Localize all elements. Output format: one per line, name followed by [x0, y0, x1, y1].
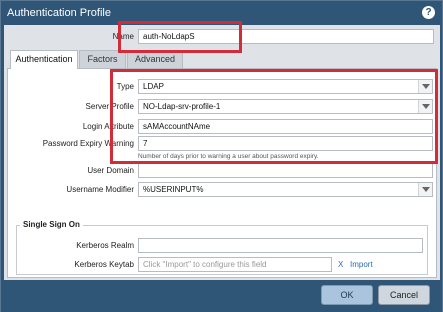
clear-keytab-icon[interactable]: X — [338, 260, 343, 269]
username-modifier-select[interactable]: %USERINPUT% — [138, 182, 433, 197]
dialog-title: Authentication Profile — [7, 7, 111, 19]
chevron-down-icon[interactable] — [418, 183, 432, 196]
cancel-button[interactable]: Cancel — [378, 285, 430, 305]
ok-button[interactable]: OK — [321, 285, 373, 305]
authentication-panel: Type LDAP Server Profile NO-Ldap-srv-pro… — [7, 68, 437, 278]
password-expiry-input[interactable]: 7 — [138, 136, 433, 151]
password-expiry-hint: Number of days prior to warning a user a… — [138, 153, 319, 160]
chevron-down-icon[interactable] — [418, 80, 432, 93]
user-domain-input[interactable] — [138, 163, 433, 178]
name-input[interactable]: auth-NoLdapS — [138, 29, 434, 44]
tab-advanced[interactable]: Advanced — [127, 50, 183, 68]
tab-authentication[interactable]: Authentication — [10, 50, 78, 69]
single-sign-on-title: Single Sign On — [20, 220, 83, 229]
name-label: Name — [112, 32, 134, 41]
type-value: LDAP — [143, 82, 164, 91]
dialog-body: Name auth-NoLdapS Authentication Factors… — [4, 25, 440, 280]
type-select[interactable]: LDAP — [138, 79, 433, 94]
type-label: Type — [116, 82, 134, 91]
server-profile-value: NO-Ldap-srv-profile-1 — [143, 102, 221, 111]
help-icon[interactable]: ? — [422, 6, 435, 19]
chevron-down-icon[interactable] — [418, 100, 432, 113]
username-modifier-value: %USERINPUT% — [143, 185, 204, 194]
kerberos-keytab-label: Kerberos Keytab — [74, 260, 134, 269]
password-expiry-label: Password Expiry Warning — [42, 139, 134, 148]
server-profile-label: Server Profile — [85, 102, 134, 111]
user-domain-label: User Domain — [87, 166, 134, 175]
server-profile-select[interactable]: NO-Ldap-srv-profile-1 — [138, 99, 433, 114]
tab-factors[interactable]: Factors — [79, 50, 126, 68]
login-attribute-label: Login Attribute — [82, 122, 134, 131]
authentication-profile-dialog: Authentication Profile ? Name auth-NoLda… — [0, 0, 443, 312]
login-attribute-input[interactable]: sAMAccountNAme — [138, 119, 433, 134]
import-link[interactable]: Import — [350, 260, 373, 269]
kerberos-realm-label: Kerberos Realm — [76, 241, 134, 250]
dialog-footer: OK Cancel — [1, 280, 442, 312]
username-modifier-label: Username Modifier — [66, 185, 134, 194]
kerberos-keytab-input[interactable]: Click "Import" to configure this field — [138, 257, 332, 272]
kerberos-realm-input[interactable] — [138, 238, 423, 253]
